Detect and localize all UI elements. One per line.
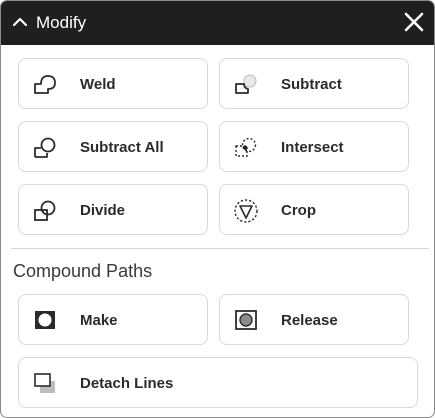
modify-panel: Modify Weld Subtract Subtract All Inters… (0, 0, 435, 418)
close-icon[interactable] (402, 10, 426, 34)
release-label: Release (281, 312, 338, 329)
crop-label: Crop (281, 202, 316, 219)
divide-icon (34, 200, 56, 221)
subtract-all-label: Subtract All (80, 139, 164, 156)
make-label: Make (80, 312, 118, 329)
intersect-icon (235, 137, 257, 157)
divide-button[interactable]: Divide (18, 184, 208, 235)
panel-titlebar[interactable]: Modify (1, 1, 434, 45)
panel-title: Modify (36, 13, 87, 32)
detach-lines-icon (34, 373, 55, 393)
subtract-label: Subtract (281, 76, 342, 93)
crop-icon (234, 199, 258, 223)
make-button[interactable]: Make (18, 294, 208, 345)
weld-icon (34, 75, 56, 94)
crop-button[interactable]: Crop (219, 184, 409, 235)
release-button[interactable]: Release (219, 294, 409, 345)
chevron-up-icon[interactable] (11, 13, 29, 31)
weld-label: Weld (80, 76, 116, 93)
weld-button[interactable]: Weld (18, 58, 208, 109)
release-compound-icon (235, 310, 257, 330)
intersect-button[interactable]: Intersect (219, 121, 409, 172)
section-divider (11, 248, 429, 249)
divide-label: Divide (80, 202, 126, 219)
make-compound-icon (35, 311, 55, 329)
detach-lines-label: Detach Lines (80, 375, 174, 392)
compound-paths-heading: Compound Paths (13, 261, 153, 281)
subtract-icon (235, 74, 257, 94)
subtract-button[interactable]: Subtract (219, 58, 409, 109)
subtract-all-button[interactable]: Subtract All (18, 121, 208, 172)
detach-lines-button[interactable]: Detach Lines (18, 357, 418, 408)
subtract-all-icon (34, 137, 56, 158)
intersect-label: Intersect (281, 139, 344, 156)
